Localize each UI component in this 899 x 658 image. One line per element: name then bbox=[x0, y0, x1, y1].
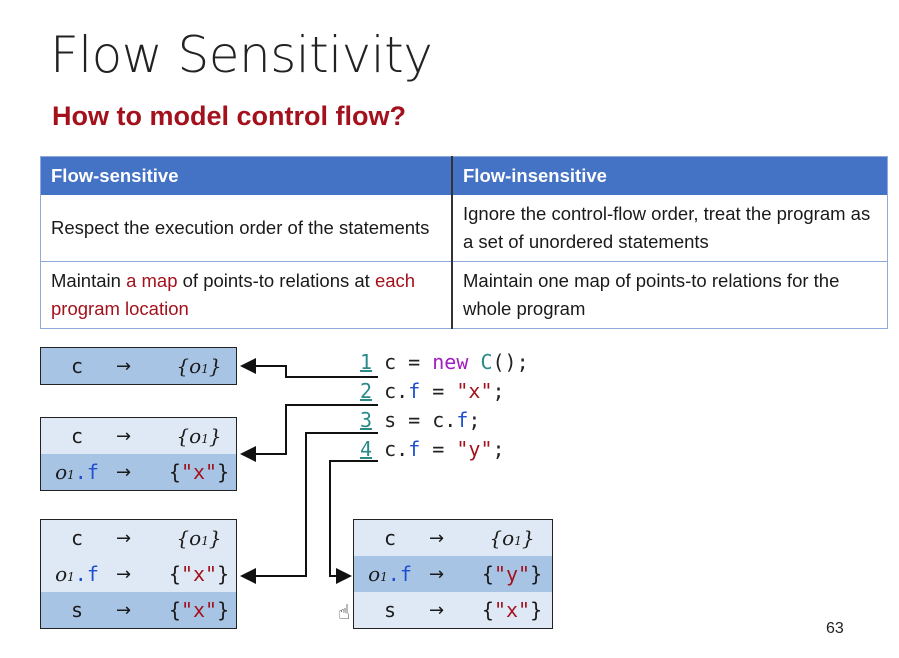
points-to-set: {"x"} bbox=[168, 598, 230, 622]
points-to-set: {o1} bbox=[176, 354, 222, 378]
points-to-row: o1.f → {"x"} bbox=[41, 454, 236, 490]
code-block: 1 c = new C(); 2 c.f = "x"; 3 s = c.f; 4… bbox=[360, 348, 529, 464]
code-line-2: 2 c.f = "x"; bbox=[360, 379, 505, 403]
arrow-icon: → bbox=[116, 563, 132, 585]
connector-1 bbox=[240, 358, 378, 378]
pointer-var: c bbox=[70, 526, 84, 550]
arrow-icon: → bbox=[116, 461, 132, 483]
page-number: 63 bbox=[826, 620, 844, 637]
arrow-icon: → bbox=[429, 527, 445, 549]
arrow-icon: → bbox=[116, 425, 132, 447]
arrow-icon: → bbox=[116, 599, 132, 621]
points-to-row: s → {"x"} bbox=[354, 592, 552, 628]
hand-cursor-icon: ☝ bbox=[338, 600, 351, 624]
code-line-3: 3 s = c.f; bbox=[360, 408, 481, 432]
points-to-row: c → {o1} bbox=[41, 348, 236, 384]
arrow-icon: → bbox=[429, 563, 445, 585]
pointer-var: s bbox=[70, 598, 84, 622]
points-to-box-2: c → {o1} o1.f → {"x"} bbox=[40, 417, 237, 491]
points-to-set: {o1} bbox=[176, 526, 222, 550]
pointer-var: o1.f bbox=[368, 562, 412, 586]
points-to-set: {o1} bbox=[489, 526, 535, 550]
points-to-row: o1.f → {"y"} bbox=[354, 556, 552, 592]
points-to-box-3: c → {o1} o1.f → {"x"} s → {"x"} bbox=[40, 519, 237, 629]
points-to-set: {o1} bbox=[176, 424, 222, 448]
pointer-var: o1.f bbox=[55, 460, 99, 484]
connector-2 bbox=[240, 404, 378, 462]
points-to-set: {"x"} bbox=[168, 460, 230, 484]
pointer-var: c bbox=[70, 424, 84, 448]
points-to-set: {"x"} bbox=[168, 562, 230, 586]
points-to-set: {"x"} bbox=[481, 598, 543, 622]
points-to-row: o1.f → {"x"} bbox=[41, 556, 236, 592]
points-to-row: s → {"x"} bbox=[41, 592, 236, 628]
points-to-box-1: c → {o1} bbox=[40, 347, 237, 385]
arrow-icon: → bbox=[116, 355, 132, 377]
points-to-set: {"y"} bbox=[481, 562, 543, 586]
pointer-var: c bbox=[383, 526, 397, 550]
pointer-var: o1.f bbox=[55, 562, 99, 586]
points-to-box-4: c → {o1} o1.f → {"y"} s → {"x"} bbox=[353, 519, 553, 629]
points-to-row: c → {o1} bbox=[354, 520, 552, 556]
code-line-4: 4 c.f = "y"; bbox=[360, 437, 505, 461]
points-to-row: c → {o1} bbox=[41, 418, 236, 454]
pointer-var: s bbox=[383, 598, 397, 622]
points-to-row: c → {o1} bbox=[41, 520, 236, 556]
arrow-icon: → bbox=[429, 599, 445, 621]
code-line-1: 1 c = new C(); bbox=[360, 350, 529, 374]
pointer-var: c bbox=[70, 354, 84, 378]
arrow-icon: → bbox=[116, 527, 132, 549]
